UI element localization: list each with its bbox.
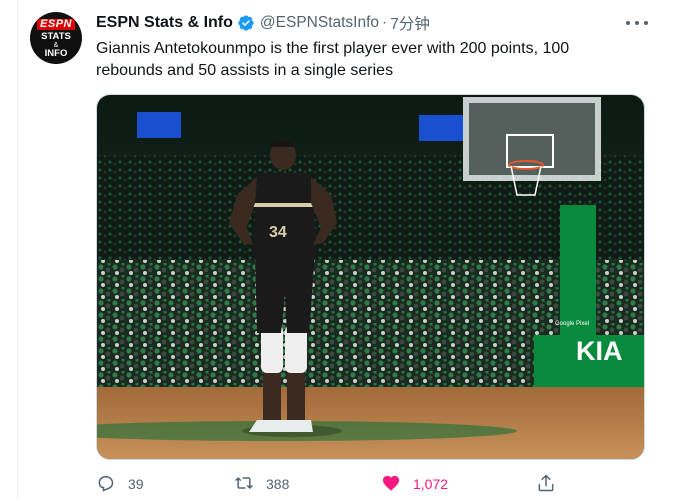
retweet-button[interactable]: 388 [234,472,289,496]
like-count: 1,072 [413,476,449,492]
stanchion-sponsor: KIA [576,336,623,366]
timeline-border [0,0,18,500]
author-name[interactable]: ESPN Stats & Info [96,14,233,32]
tweet-card[interactable]: ESPN STATS & INFO ESPN Stats & Info @ESP… [0,0,700,500]
avatar-logo-stats: STATS [41,31,71,42]
like-button[interactable]: 1,072 [381,472,448,496]
avatar-logo-info: INFO [44,48,68,59]
reply-count: 39 [128,476,144,492]
tweet-actions: 39 388 1,072 [96,472,656,496]
reply-icon [96,473,116,496]
stanchion-google: Google Pixel [555,321,589,327]
retweet-icon [234,473,254,496]
basketball-photo: KIA Google Pixel 34 [97,95,644,459]
heart-icon [381,473,401,496]
tweet-header: ESPN Stats & Info @ESPNStatsInfo · 7分钟 [96,12,430,34]
author-handle[interactable]: @ESPNStatsInfo [260,14,379,32]
tweet-text: Giannis Antetokounmpo is the first playe… [96,40,570,79]
verified-icon [237,14,255,32]
share-button[interactable] [536,472,556,496]
jersey-number: 34 [269,224,287,241]
separator-dot: · [382,14,388,31]
more-icon[interactable] [626,14,648,32]
avatar[interactable]: ESPN STATS & INFO [30,12,82,64]
avatar-logo-espn: ESPN [37,19,75,30]
share-icon [536,473,556,496]
reply-button[interactable]: 39 [96,472,144,496]
tweet-photo[interactable]: KIA Google Pixel 34 [96,94,645,460]
retweet-count: 388 [266,476,290,492]
tweet-timestamp[interactable]: 7分钟 [390,12,430,34]
